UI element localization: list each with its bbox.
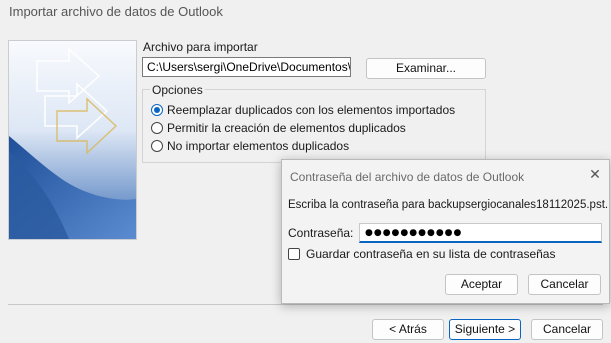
dialog-title: Contraseña del archivo de datos de Outlo… [290, 170, 525, 184]
option-label: No importar elementos duplicados [167, 139, 350, 153]
password-input[interactable]: ●●●●●●●●●●● [359, 223, 602, 243]
save-password-checkbox[interactable] [288, 248, 300, 260]
option-do-not-import-duplicates[interactable]: No importar elementos duplicados [151, 139, 349, 153]
close-icon[interactable]: ✕ [587, 166, 603, 182]
password-label: Contraseña: [288, 226, 354, 240]
options-legend: Opciones [150, 83, 205, 97]
footer-separator [8, 304, 603, 305]
option-label: Reemplazar duplicados con los elementos … [167, 103, 456, 117]
wizard-banner-graphic [8, 40, 137, 240]
file-path-input[interactable]: C:\Users\sergi\OneDrive\Documentos\Ar [142, 57, 351, 77]
cancel-button[interactable]: Cancelar [531, 319, 603, 340]
save-password-label: Guardar contraseña en su lista de contra… [306, 247, 556, 261]
password-dialog: Contraseña del archivo de datos de Outlo… [281, 159, 610, 304]
option-replace-duplicates[interactable]: Reemplazar duplicados con los elementos … [151, 103, 455, 117]
dialog-cancel-button[interactable]: Cancelar [528, 274, 601, 295]
option-allow-duplicates[interactable]: Permitir la creación de elementos duplic… [151, 121, 406, 135]
save-password-option[interactable]: Guardar contraseña en su lista de contra… [288, 247, 555, 261]
browse-button[interactable]: Examinar... [366, 58, 486, 79]
password-prompt: Escriba la contraseña para backupsergioc… [288, 199, 609, 211]
next-button[interactable]: Siguiente > [449, 319, 521, 340]
radio-icon[interactable] [151, 122, 163, 134]
option-label: Permitir la creación de elementos duplic… [167, 121, 406, 135]
window-title: Importar archivo de datos de Outlook [9, 4, 223, 19]
file-to-import-label: Archivo para importar [143, 40, 258, 54]
back-button[interactable]: < Atrás [372, 319, 444, 340]
radio-icon[interactable] [151, 140, 163, 152]
radio-selected-icon[interactable] [151, 104, 163, 116]
accept-button[interactable]: Aceptar [445, 274, 518, 295]
